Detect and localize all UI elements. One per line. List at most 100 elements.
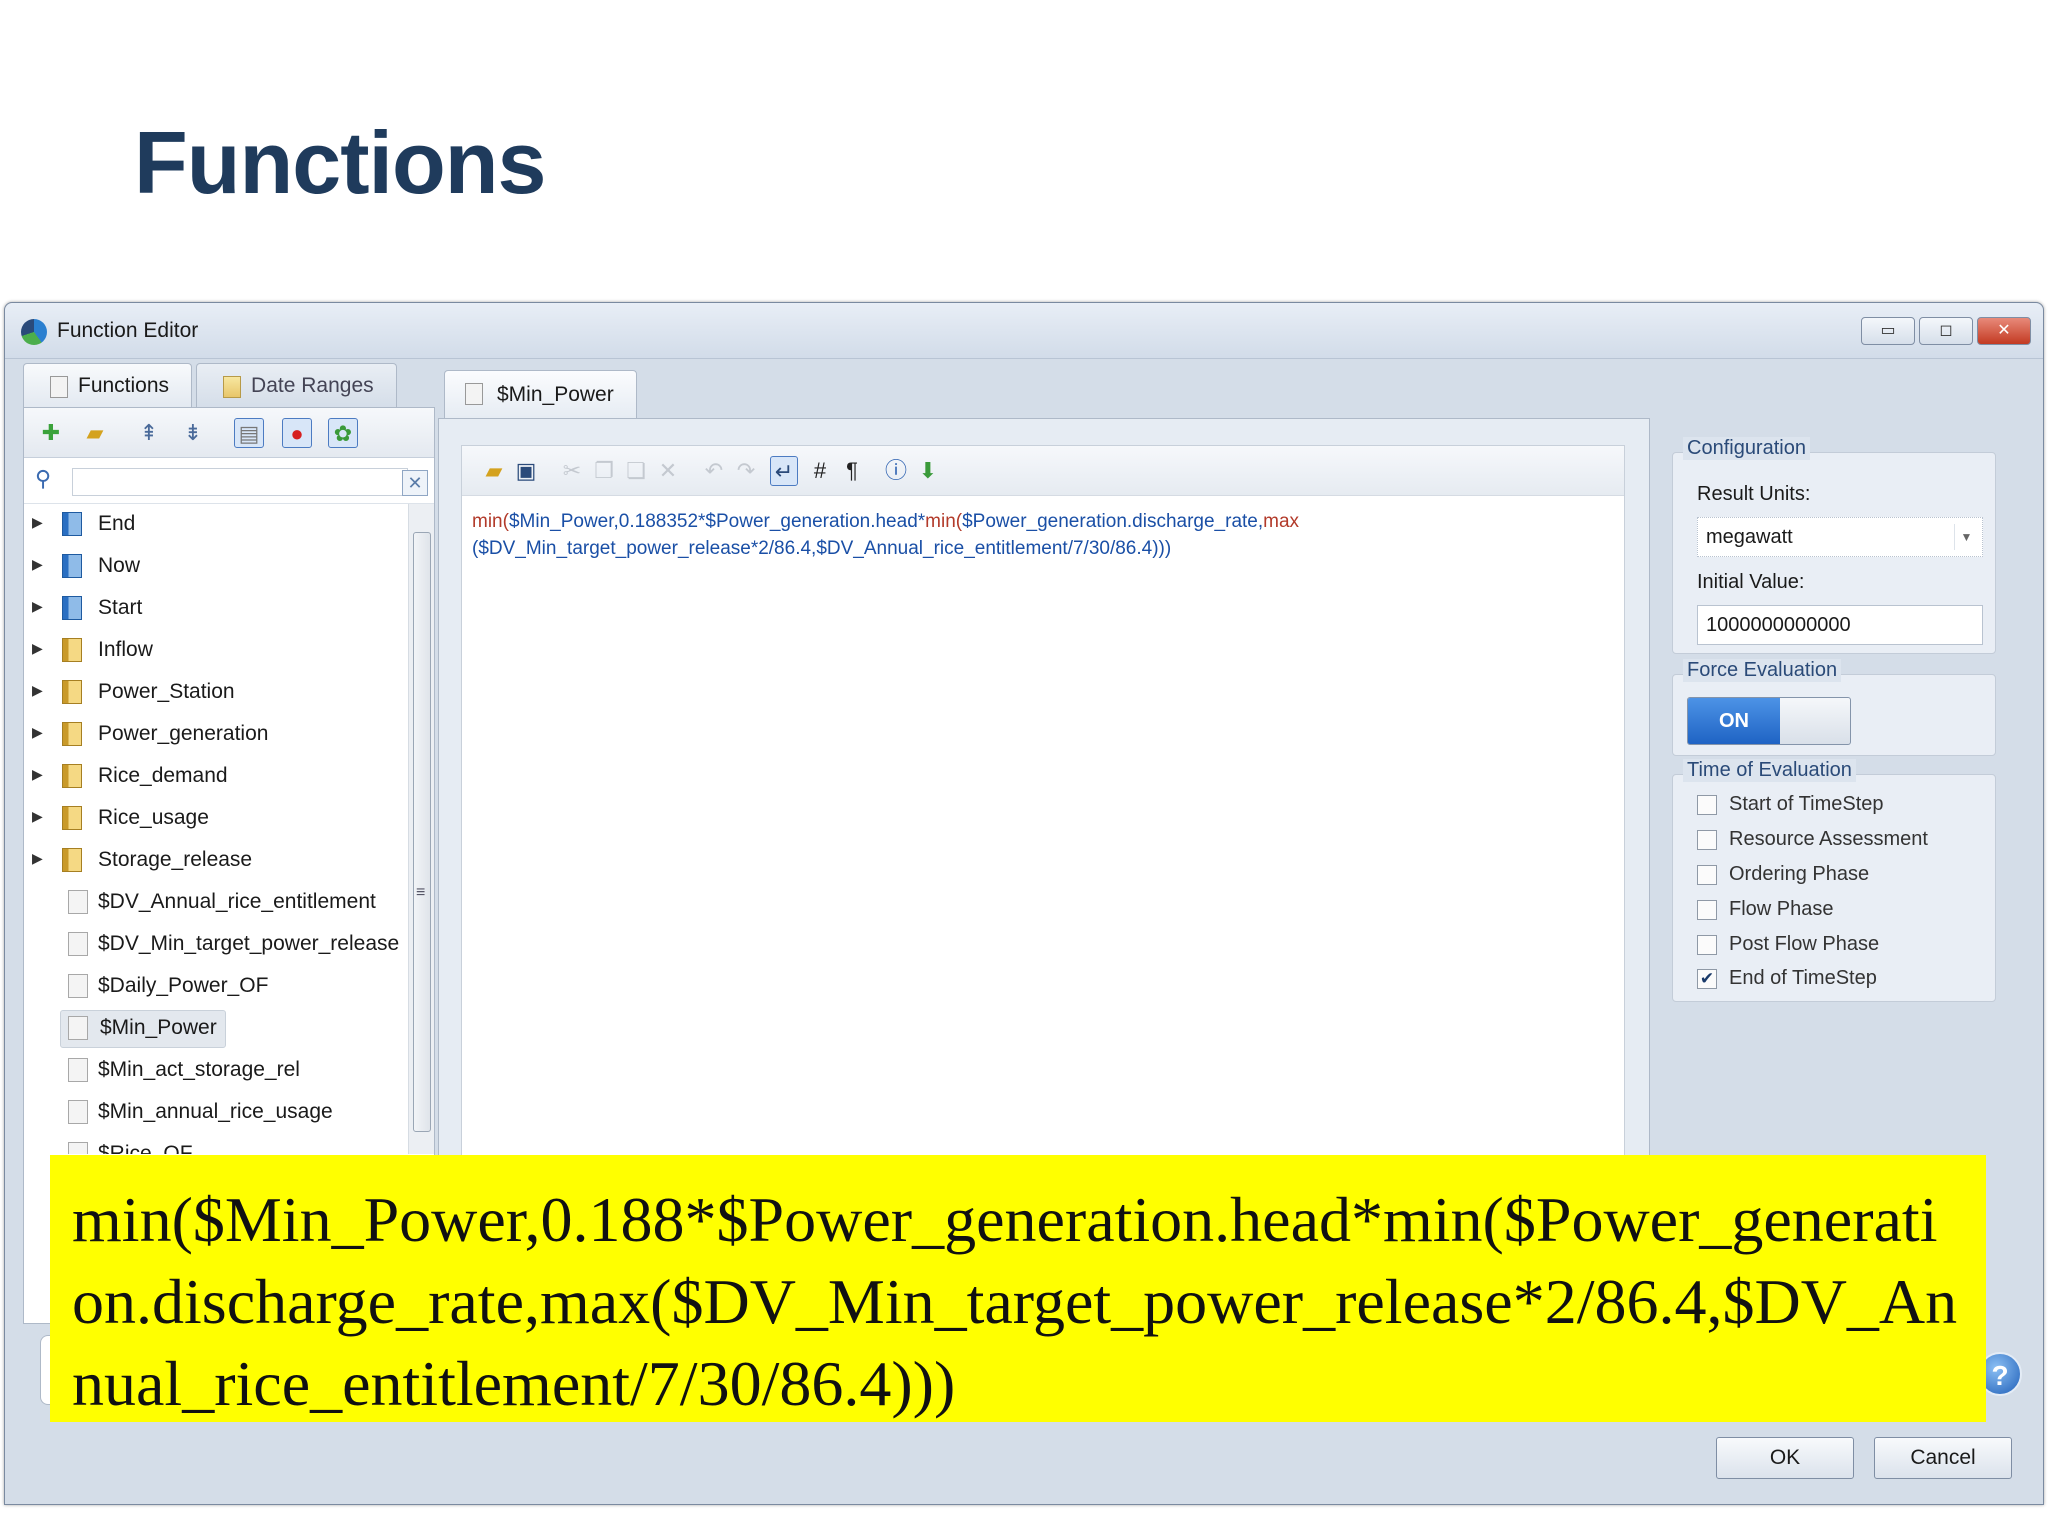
close-button[interactable]: ✕ — [1977, 317, 2031, 345]
editor-toolbar: ▰ ▣ ✂ ❐ ❏ ✕ ↶ ↷ ↵ # ¶ ⓘ ⬇ — [462, 446, 1624, 496]
save-icon[interactable]: ▣ — [512, 456, 540, 486]
tab-functions[interactable]: Functions — [23, 363, 193, 407]
word-wrap-icon[interactable]: ↵ — [770, 456, 798, 486]
copy-icon[interactable]: ❐ — [590, 456, 618, 486]
tree-item-label: Rice_usage — [98, 806, 209, 829]
tree-item[interactable]: ▶ Power_Station — [24, 672, 408, 714]
add-icon[interactable]: ✚ — [36, 418, 66, 448]
paste-icon[interactable]: ❏ — [622, 456, 650, 486]
tree-item-label: $Min_annual_rice_usage — [98, 1100, 333, 1123]
redo-icon[interactable]: ↷ — [732, 456, 760, 486]
collapse-all-icon[interactable]: ⇟ — [178, 418, 208, 448]
option-label: Resource Assessment — [1729, 828, 1928, 850]
result-units-select[interactable]: megawatt ▼ — [1697, 517, 1983, 557]
result-units-label: Result Units: — [1697, 483, 1811, 505]
calendar-icon — [223, 376, 242, 398]
force-evaluation-toggle[interactable]: ON — [1687, 697, 1851, 745]
insert-down-icon[interactable]: ⬇ — [914, 456, 942, 486]
code-token: $Power_generation.discharge_rate, — [962, 511, 1264, 532]
document-icon — [68, 1100, 88, 1124]
function-code[interactable]: min($Min_Power,0.188352*$Power_generatio… — [472, 508, 1582, 562]
checkbox[interactable] — [1697, 900, 1717, 920]
expand-all-icon[interactable]: ⇞ — [134, 418, 164, 448]
tree-item[interactable]: ▶ Now — [24, 546, 408, 588]
open-folder-icon[interactable]: ▰ — [80, 418, 110, 448]
expand-arrow-icon[interactable]: ▶ — [32, 556, 43, 573]
window-controls: ▭ ◻ ✕ — [1861, 317, 2031, 345]
editor-tab-label: $Min_Power — [497, 383, 614, 406]
tree-item[interactable]: ▶ Rice_demand — [24, 756, 408, 798]
expand-arrow-icon[interactable]: ▶ — [32, 514, 43, 531]
tree-item[interactable]: $DV_Min_target_power_release — [24, 924, 408, 966]
option-label: Ordering Phase — [1729, 863, 1870, 885]
expand-arrow-icon[interactable]: ▶ — [32, 850, 43, 867]
delete-icon[interactable]: ✕ — [654, 456, 682, 486]
scrollbar-thumb[interactable] — [413, 532, 431, 1132]
expand-arrow-icon[interactable]: ▶ — [32, 724, 43, 741]
search-input[interactable] — [72, 468, 408, 496]
expand-arrow-icon[interactable]: ▶ — [32, 808, 43, 825]
tree-item-label: Start — [98, 596, 143, 619]
settings-icon[interactable]: ✿ — [328, 418, 358, 448]
document-icon — [68, 1142, 88, 1154]
minimize-button[interactable]: ▭ — [1861, 317, 1915, 345]
tree-item[interactable]: ▶ Rice_usage — [24, 798, 408, 840]
document-icon[interactable]: ▤ — [234, 418, 264, 448]
tree-item[interactable]: ▶ Start — [24, 588, 408, 630]
option-label: Start of TimeStep — [1729, 793, 1884, 815]
tree-item[interactable]: $DV_Annual_rice_entitlement — [24, 882, 408, 924]
tree-item[interactable]: ▶ Inflow — [24, 630, 408, 672]
code-editor[interactable]: ▰ ▣ ✂ ❐ ❏ ✕ ↶ ↷ ↵ # ¶ ⓘ ⬇ min($Min_Power… — [461, 445, 1625, 1225]
yellow-folder-icon — [62, 638, 82, 662]
ok-button[interactable]: OK — [1716, 1437, 1854, 1479]
cut-icon[interactable]: ✂ — [558, 456, 586, 486]
document-icon — [68, 932, 88, 956]
code-token: min( — [472, 511, 509, 532]
functions-toolbar: ✚ ▰ ⇞ ⇟ ▤ ● ✿ — [24, 408, 434, 458]
clear-search-icon[interactable]: ✕ — [402, 470, 428, 496]
tab-date-ranges[interactable]: Date Ranges — [196, 363, 397, 407]
tree-item-label: Rice_demand — [98, 764, 228, 787]
cancel-button[interactable]: Cancel — [1874, 1437, 2012, 1479]
tab-min-power[interactable]: $Min_Power — [444, 370, 637, 418]
tree-item[interactable]: ▶ Power_generation — [24, 714, 408, 756]
tree-item-label: Inflow — [98, 638, 153, 661]
yellow-folder-icon — [62, 722, 82, 746]
record-icon[interactable]: ● — [282, 418, 312, 448]
tree-item-label: Power_Station — [98, 680, 235, 703]
yellow-folder-icon — [62, 764, 82, 788]
show-whitespace-icon[interactable]: ¶ — [838, 456, 866, 486]
tree-item-label: $Min_act_storage_rel — [98, 1058, 300, 1081]
tree-item[interactable]: ▶ Storage_release — [24, 840, 408, 882]
info-icon[interactable]: ⓘ — [882, 456, 910, 486]
tree-scrollbar[interactable]: ≡ — [408, 504, 434, 1154]
expand-arrow-icon[interactable]: ▶ — [32, 682, 43, 699]
grip-icon: ≡ — [416, 884, 426, 901]
chevron-down-icon[interactable]: ▼ — [1954, 524, 1978, 550]
expand-arrow-icon[interactable]: ▶ — [32, 640, 43, 657]
tree-item[interactable]: $Rice_OF — [24, 1134, 408, 1154]
tree-item[interactable]: $Min_act_storage_rel — [24, 1050, 408, 1092]
checkbox-checked[interactable]: ✔ — [1697, 969, 1717, 989]
configuration-title: Configuration — [1683, 437, 1810, 460]
line-numbers-icon[interactable]: # — [806, 456, 834, 486]
tree-item[interactable]: $Min_annual_rice_usage — [24, 1092, 408, 1134]
checkbox[interactable] — [1697, 795, 1717, 815]
undo-icon[interactable]: ↶ — [700, 456, 728, 486]
app-icon — [21, 319, 47, 345]
expand-arrow-icon[interactable]: ▶ — [32, 766, 43, 783]
tree-item-selected[interactable]: $Min_Power — [24, 1008, 408, 1050]
tree-item[interactable]: $Daily_Power_OF — [24, 966, 408, 1008]
tree-item-label: $Daily_Power_OF — [98, 974, 269, 997]
expand-arrow-icon[interactable]: ▶ — [32, 598, 43, 615]
open-folder-icon[interactable]: ▰ — [480, 456, 508, 486]
checkbox[interactable] — [1697, 830, 1717, 850]
document-icon — [50, 376, 68, 398]
maximize-button[interactable]: ◻ — [1919, 317, 1973, 345]
initial-value-label: Initial Value: — [1697, 571, 1805, 593]
checkbox[interactable] — [1697, 865, 1717, 885]
checkbox[interactable] — [1697, 935, 1717, 955]
initial-value-input[interactable]: 1000000000000 — [1697, 605, 1983, 645]
yellow-folder-icon — [62, 806, 82, 830]
tree-item[interactable]: ▶ End — [24, 504, 408, 546]
